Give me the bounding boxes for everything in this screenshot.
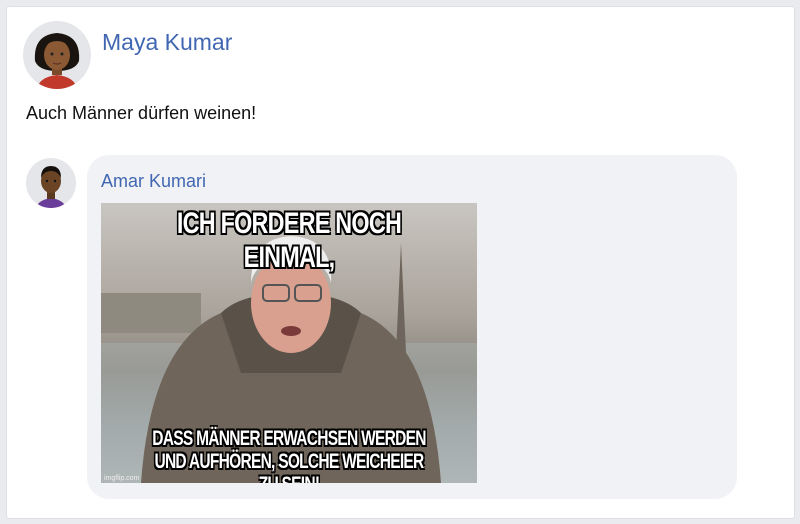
meme-watermark: imgflip.com (104, 475, 140, 482)
man-avatar-icon (36, 166, 66, 208)
commenter-avatar[interactable] (26, 158, 76, 208)
post-text: Auch Männer dürfen weinen! (26, 103, 257, 123)
meme-top-text: ICH FORDERE NOCH EINMAL, (176, 207, 402, 274)
post-author-name[interactable]: Maya Kumar (102, 29, 232, 56)
meme-image[interactable]: ICH FORDERE NOCH EINMAL, DASS MÄNNER ERW… (101, 203, 477, 483)
commenter-name[interactable]: Amar Kumari (101, 171, 206, 192)
woman-avatar-icon (34, 33, 80, 89)
comment-bubble: Amar Kumari ICH FORDERE NOCH EINMAL, DAS… (87, 155, 737, 499)
meme-bottom-text: DASS MÄNNER ERWACHSEN WERDEN UND AUFHÖRE… (150, 427, 428, 483)
meme-bottom-line-1: DASS MÄNNER ERWACHSEN WERDEN (152, 427, 426, 450)
meme-bottom-line-2: UND AUFHÖREN, SOLCHE WEICHEIER ZU SEIN! (154, 450, 424, 483)
post-card: Maya Kumar Auch Männer dürfen weinen! Am… (6, 6, 795, 519)
author-avatar[interactable] (23, 21, 91, 89)
